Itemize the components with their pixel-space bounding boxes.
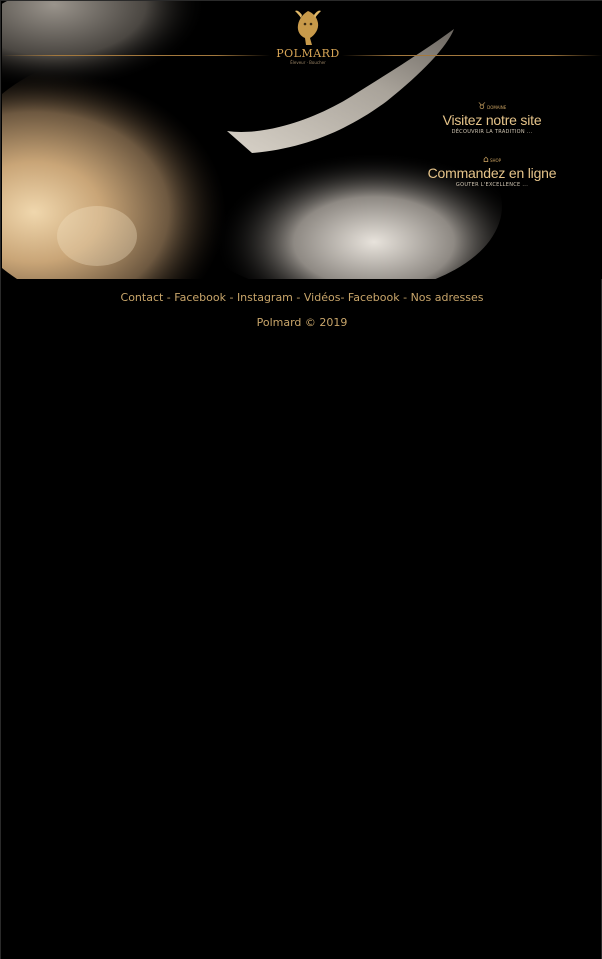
facebook-videos-link[interactable]: Facebook (348, 291, 400, 304)
order-online-subtitle: GOUTER L'EXCELLENCE ... (455, 182, 529, 188)
visit-site-subtitle: DÉCOUVRIR LA TRADITION ... (451, 129, 533, 135)
copyright-text: Polmard © 2019 (256, 316, 348, 329)
home-icon: ⌂ (482, 155, 489, 165)
link-separator: - (340, 291, 348, 304)
divider-line-right (342, 55, 602, 56)
divider-line-left (2, 55, 270, 56)
footer-links: Contact - Facebook - Instagram - Vidéos-… (1, 291, 602, 305)
polmard-logo[interactable]: POLMARD Éleveur · Boucher (270, 7, 346, 73)
visit-site-title: Visitez notre site (442, 112, 542, 128)
contact-link[interactable]: Contact (121, 291, 164, 304)
brand-tagline: Éleveur · Boucher (290, 60, 326, 65)
cta-icon-label: DOMAINE (487, 105, 507, 110)
link-separator: - (163, 291, 175, 304)
link-separator: - (399, 291, 411, 304)
instagram-link[interactable]: Instagram (237, 291, 293, 304)
hero-banner: POLMARD Éleveur · Boucher ♉ DOMAINE Visi… (2, 1, 602, 279)
visit-site-link[interactable]: ♉ DOMAINE Visitez notre site DÉCOUVRIR L… (422, 103, 562, 136)
bull-icon: ♉ (477, 102, 486, 112)
cta-icon-label: SHOP (489, 158, 502, 163)
videos-link[interactable]: Vidéos (304, 291, 341, 304)
link-separator: - (225, 291, 237, 304)
order-online-title: Commandez en ligne (427, 165, 557, 181)
link-separator: - (292, 291, 304, 304)
order-online-link[interactable]: ⌂ SHOP Commandez en ligne GOUTER L'EXCEL… (422, 156, 562, 189)
bull-logo-icon (295, 10, 321, 45)
facebook-link[interactable]: Facebook (174, 291, 226, 304)
brand-name: POLMARD (276, 47, 340, 60)
addresses-link[interactable]: Nos adresses (411, 291, 484, 304)
